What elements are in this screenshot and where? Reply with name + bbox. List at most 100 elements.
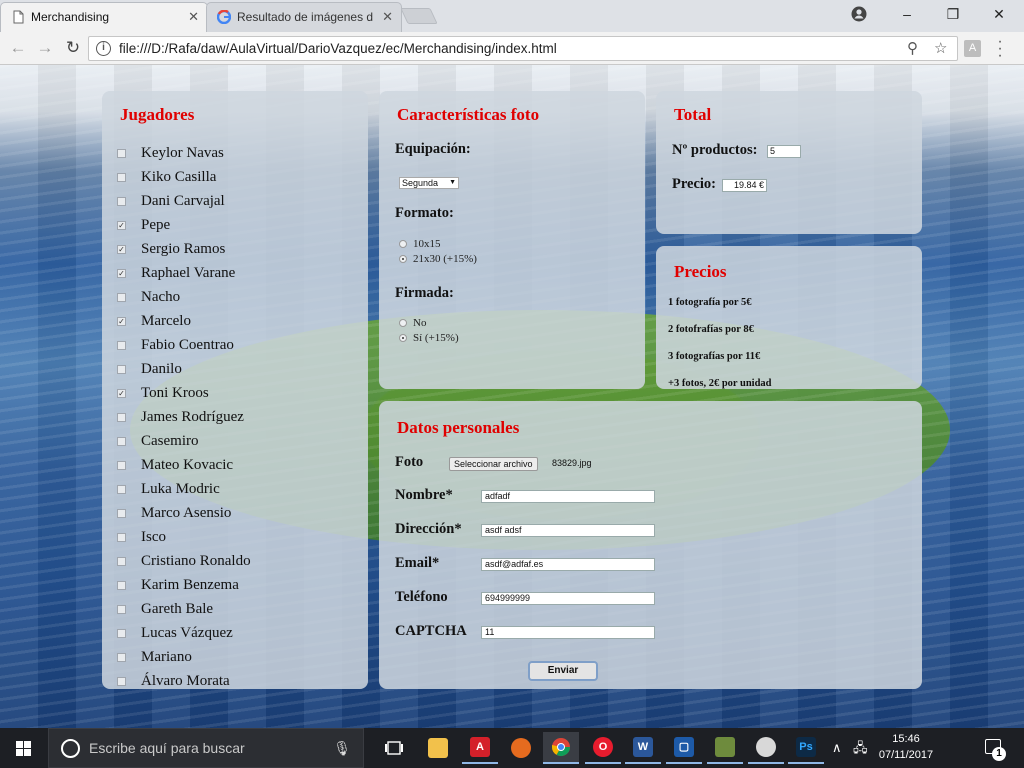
checkbox[interactable] — [117, 604, 126, 614]
player-item[interactable]: Kiko Casilla — [116, 165, 251, 189]
kit-select[interactable]: Segunda ▼ — [399, 177, 459, 189]
task-view-icon[interactable] — [376, 732, 412, 764]
checkbox[interactable] — [117, 196, 126, 206]
forward-icon[interactable]: → — [34, 37, 56, 59]
close-tab-icon[interactable]: ✕ — [382, 3, 393, 31]
radio-button-selected[interactable] — [399, 334, 407, 342]
checkbox[interactable] — [117, 652, 126, 662]
player-item[interactable]: Mateo Kovacic — [116, 453, 251, 477]
products-count-field[interactable]: 5 — [767, 145, 801, 158]
tab-google-images[interactable]: Resultado de imágenes d ✕ — [206, 2, 402, 32]
zoom-search-icon[interactable]: ⚲ — [907, 39, 918, 57]
radio-button[interactable] — [399, 319, 407, 327]
checkbox[interactable] — [117, 364, 126, 374]
checkbox[interactable] — [117, 148, 126, 158]
player-item[interactable]: ✓ Sergio Ramos — [116, 237, 251, 261]
checkbox[interactable] — [117, 580, 126, 590]
profile-icon[interactable] — [836, 0, 882, 28]
photoshop-icon[interactable]: Ps — [788, 732, 824, 764]
player-item[interactable]: ✓ Raphael Varane — [116, 261, 251, 285]
address-field[interactable]: asdf adsf — [481, 524, 655, 537]
radio-button-selected[interactable] — [399, 255, 407, 263]
choose-file-button[interactable]: Seleccionar archivo — [449, 457, 538, 471]
checkbox[interactable] — [117, 556, 126, 566]
checkbox[interactable] — [117, 292, 126, 302]
network-icon[interactable]: 🖧 — [853, 728, 868, 768]
player-item[interactable]: ✓ Toni Kroos — [116, 381, 251, 405]
player-item[interactable]: James Rodríguez — [116, 405, 251, 429]
radio-button[interactable] — [399, 240, 407, 248]
chrome-menu-icon[interactable]: · · · — [995, 34, 1005, 64]
checkbox-checked[interactable]: ✓ — [117, 388, 126, 398]
player-item[interactable]: Keylor Navas — [116, 141, 251, 165]
checkbox[interactable] — [117, 436, 126, 446]
tray-chevron-icon[interactable]: ∧ — [832, 728, 842, 768]
checkbox-checked[interactable]: ✓ — [117, 220, 126, 230]
player-item[interactable]: Mariano — [116, 645, 251, 669]
checkbox[interactable] — [117, 460, 126, 470]
player-item[interactable]: Dani Carvajal — [116, 189, 251, 213]
email-field[interactable]: asdf@adfaf.es — [481, 558, 655, 571]
player-item[interactable]: ✓ Marcelo — [116, 309, 251, 333]
player-item[interactable]: Lucas Vázquez — [116, 621, 251, 645]
phone-field[interactable]: 694999999 — [481, 592, 655, 605]
checkbox[interactable] — [117, 628, 126, 638]
format-option-10x15[interactable]: 10x15 — [399, 237, 441, 251]
firefox-icon[interactable] — [503, 732, 539, 764]
checkbox[interactable] — [117, 484, 126, 494]
price-field[interactable]: 19.84 € — [722, 179, 767, 192]
opera-icon[interactable]: O — [585, 732, 621, 764]
name-field[interactable]: adfadf — [481, 490, 655, 503]
microphone-icon[interactable]: 🎙 — [333, 740, 351, 757]
acrobat-icon[interactable]: A — [462, 732, 498, 764]
minimize-icon[interactable]: – — [884, 0, 930, 28]
reload-icon[interactable]: ↻ — [62, 37, 84, 59]
pdf-extension-icon[interactable]: A — [964, 40, 981, 57]
player-item[interactable]: Marco Asensio — [116, 501, 251, 525]
player-item[interactable]: Luka Modric — [116, 477, 251, 501]
checkbox-checked[interactable]: ✓ — [117, 268, 126, 278]
bookmark-star-icon[interactable]: ☆ — [934, 39, 947, 57]
player-item[interactable]: ✓ Pepe — [116, 213, 251, 237]
start-button[interactable] — [0, 728, 48, 768]
checkbox-checked[interactable]: ✓ — [117, 316, 126, 326]
checkbox[interactable] — [117, 532, 126, 542]
player-item[interactable]: Casemiro — [116, 429, 251, 453]
checkbox[interactable] — [117, 340, 126, 350]
captcha-field[interactable]: 11 — [481, 626, 655, 639]
word-icon[interactable]: W — [625, 732, 661, 764]
player-item[interactable]: Gareth Bale — [116, 597, 251, 621]
submit-button[interactable]: Enviar — [528, 661, 598, 681]
player-item[interactable]: Danilo — [116, 357, 251, 381]
url-text[interactable]: file:///D:/Rafa/daw/AulaVirtual/DarioVaz… — [119, 41, 557, 56]
new-tab-button[interactable] — [400, 8, 438, 24]
checkbox[interactable] — [117, 172, 126, 182]
player-item[interactable]: Karim Benzema — [116, 573, 251, 597]
checkbox-checked[interactable]: ✓ — [117, 244, 126, 254]
player-item[interactable]: Álvaro Morata — [116, 669, 251, 693]
format-option-21x30[interactable]: 21x30 (+15%) — [399, 252, 477, 266]
restore-icon[interactable]: ❐ — [930, 0, 976, 28]
chrome-icon[interactable] — [543, 732, 579, 764]
address-bar[interactable]: i file:///D:/Rafa/daw/AulaVirtual/DarioV… — [88, 36, 958, 61]
player-item[interactable]: Nacho — [116, 285, 251, 309]
close-window-icon[interactable]: ✕ — [976, 0, 1022, 28]
taskbar-search[interactable]: Escribe aquí para buscar 🎙 — [48, 728, 364, 768]
app-icon[interactable] — [707, 732, 743, 764]
signed-option-no[interactable]: No — [399, 316, 426, 330]
close-tab-icon[interactable]: ✕ — [188, 3, 199, 31]
player-item[interactable]: Cristiano Ronaldo — [116, 549, 251, 573]
signed-option-yes[interactable]: Sí (+15%) — [399, 331, 459, 345]
back-icon[interactable]: ← — [7, 37, 29, 59]
file-explorer-icon[interactable] — [420, 732, 456, 764]
checkbox[interactable] — [117, 676, 126, 686]
player-item[interactable]: Isco — [116, 525, 251, 549]
player-item[interactable]: Fabio Coentrao — [116, 333, 251, 357]
tab-merchandising[interactable]: Merchandising ✕ — [0, 2, 208, 32]
checkbox[interactable] — [117, 508, 126, 518]
virtualbox-icon[interactable]: ▢ — [666, 732, 702, 764]
info-icon[interactable]: i — [96, 41, 111, 56]
checkbox[interactable] — [117, 412, 126, 422]
app-icon[interactable] — [748, 732, 784, 764]
system-clock[interactable]: 15:46 07/11/2017 — [876, 731, 936, 763]
